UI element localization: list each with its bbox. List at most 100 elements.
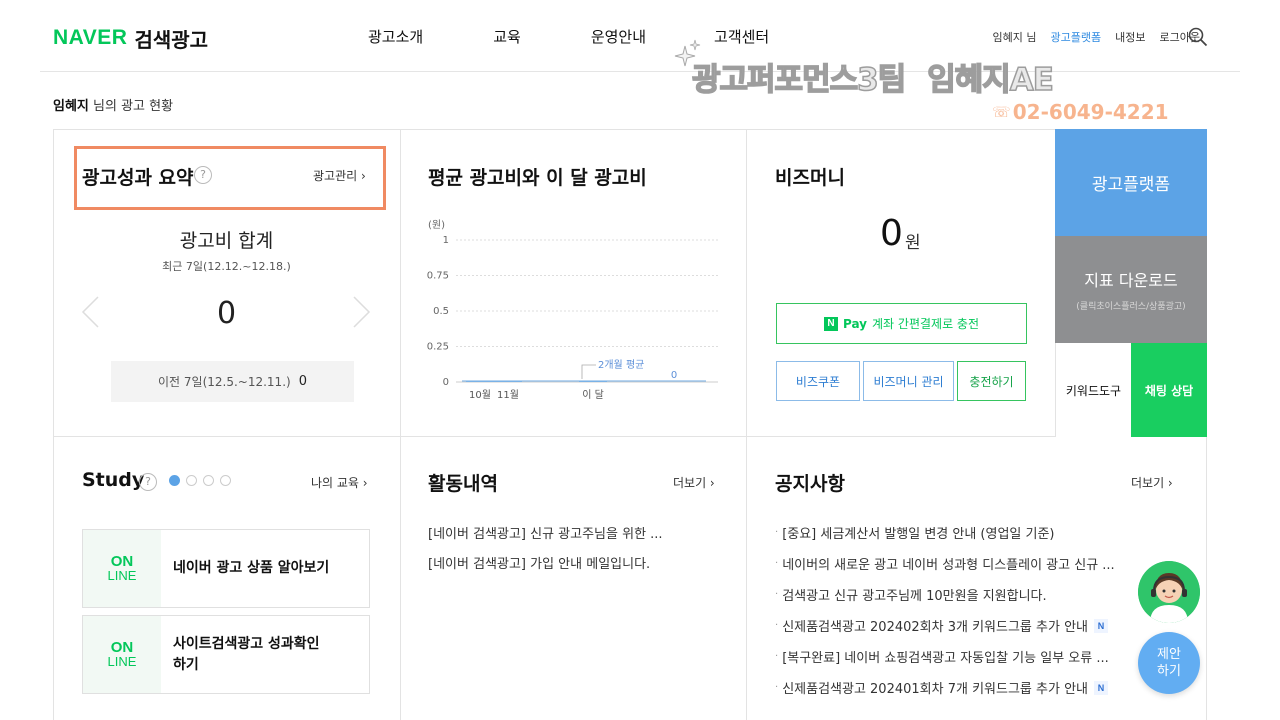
x-tick-label: 10월 [469, 389, 491, 401]
my-info-link[interactable]: 내정보 [1115, 29, 1145, 45]
bullet: · [775, 589, 779, 600]
study-card[interactable]: ON LINE 네이버 광고 상품 알아보기 [82, 529, 370, 608]
report-download-button[interactable]: 지표 다운로드 (클릭초이스플러스/상품광고) [1055, 236, 1207, 343]
notice-item[interactable]: · 검색광고 신규 광고주님께 10만원을 지원합니다. [775, 585, 1047, 604]
greeting: 임혜지 님의 광고 현황 [53, 95, 173, 114]
notice-more-link[interactable]: 더보기 › [1131, 474, 1173, 491]
activity-item[interactable]: [네이버 검색광고] 신규 광고주님을 위한 ... [428, 523, 663, 542]
chevron-left-icon[interactable] [80, 295, 100, 329]
new-badge: N [1094, 618, 1108, 633]
notice-item[interactable]: · 신제품검색광고 202401회차 7개 키워드그룹 추가 안내 N [775, 678, 1108, 697]
y-tick-label: 0.25 [427, 342, 449, 353]
avg-cost-chart: (원) 1 0.75 0.5 0.25 0 10월 11월 이 달 2개월 평균 0 [427, 219, 718, 401]
notice-item-text: [중요] 세금계산서 발행일 변경 안내 (영업일 기준) [782, 527, 1055, 542]
divider [53, 436, 1207, 437]
avg-label: 2개월 평균 [598, 359, 644, 371]
ad-platform-link[interactable]: 광고플랫폼 [1051, 29, 1102, 45]
online-badge-on: ON [110, 639, 134, 656]
agent-avatar[interactable] [1138, 561, 1200, 623]
online-badge-on: ON [110, 553, 134, 570]
carousel-dot[interactable] [169, 475, 180, 486]
x-tick-label: 이 달 [582, 389, 604, 401]
y-axis-unit: (원) [428, 219, 445, 231]
menu-ad-intro[interactable]: 광고소개 [368, 26, 423, 47]
npay-charge-button[interactable]: N Pay 계좌 간편결제로 충전 [776, 303, 1027, 344]
ad-platform-button[interactable]: 광고플랫폼 [1055, 129, 1207, 236]
x-tick-label: 11월 [497, 389, 519, 401]
agent-avatar-icon [1138, 561, 1200, 623]
notice-item-text: [복구완료] 네이버 쇼핑검색광고 자동입찰 기능 일부 오류 ... [782, 651, 1109, 666]
menu-customer-center[interactable]: 고객센터 [714, 26, 769, 47]
bizmoney-unit: 원 [905, 233, 921, 253]
notice-item[interactable]: · 신제품검색광고 202402회차 3개 키워드그룹 추가 안내 N [775, 616, 1108, 635]
bizmoney-manage-button[interactable]: 비즈머니 관리 [863, 361, 954, 401]
searchad-logo-text: 검색광고 [134, 27, 209, 52]
activity-title: 활동내역 [428, 473, 498, 495]
chat-consult-label: 채팅 상담 [1144, 383, 1194, 398]
watermark-title: 광고퍼포먼스3팀 임혜지AE [691, 54, 1054, 99]
charge-button[interactable]: 충전하기 [957, 361, 1026, 401]
suggest-button[interactable]: 제안 하기 [1138, 632, 1200, 694]
notice-item[interactable]: · [복구완료] 네이버 쇼핑검색광고 자동입찰 기능 일부 오류 ... [775, 647, 1109, 666]
chevron-right-icon[interactable] [352, 295, 372, 329]
bullet: · [775, 620, 779, 631]
search-icon[interactable] [1188, 27, 1208, 47]
pay-text: 계좌 간편결제로 충전 [872, 317, 980, 331]
online-badge-line: LINE [107, 654, 137, 669]
total-cost-period: 최근 7일(12.12.~12.18.) [162, 260, 291, 273]
previous-period-label: 이전 7일(12.5.~12.11.) [158, 375, 291, 389]
menu-operation-guide[interactable]: 운영안내 [591, 26, 646, 47]
summary-title: 광고성과 요약 [82, 167, 194, 189]
online-badge: ON LINE [83, 530, 161, 607]
total-cost-title: 광고비 합계 [179, 230, 274, 252]
activity-item[interactable]: [네이버 검색광고] 가입 안내 메일입니다. [428, 553, 650, 572]
bullet: · [775, 558, 779, 569]
global-nav: NAVER 검색광고 광고소개 교육 운영안내 고객센터 임혜지 님 광고플랫폼… [40, 0, 1240, 72]
activity-more-link[interactable]: 더보기 › [673, 474, 715, 491]
user-name: 임혜지 님 [992, 31, 1037, 44]
total-cost-value: 0 [216, 296, 237, 331]
watermark-phone: ☏ 02-6049-4221 [992, 100, 1169, 124]
current-value-label: 0 [671, 370, 677, 381]
util-menu: 임혜지 님 광고플랫폼 내정보 로그아웃 [979, 29, 1200, 45]
study-card-title: 네이버 광고 상품 알아보기 [173, 560, 330, 576]
bullet: · [775, 651, 779, 662]
carousel-dot[interactable] [203, 475, 214, 486]
carousel-dot[interactable] [220, 475, 231, 486]
y-tick-label: 0 [443, 377, 449, 388]
ad-management-link[interactable]: 광고관리 › [313, 167, 366, 184]
report-download-sub: (클릭초이스플러스/상품광고) [1076, 302, 1186, 312]
bullet: · [775, 527, 779, 538]
study-card-title: 사이트검색광고 성과확인 하기 [173, 635, 320, 673]
y-tick-label: 0.5 [433, 306, 449, 317]
phone-icon: ☏ [992, 103, 1011, 121]
main-menu: 광고소개 교육 운영안내 고객센터 [358, 26, 769, 47]
online-badge: ON LINE [83, 616, 161, 693]
keyword-tool-label: 키워드도구 [1065, 383, 1122, 398]
chat-consult-button[interactable]: 채팅 상담 [1131, 343, 1207, 437]
y-tick-label: 0.75 [427, 271, 449, 282]
study-title: Study [82, 469, 145, 491]
help-icon[interactable]: ? [194, 166, 212, 184]
carousel-dot[interactable] [186, 475, 197, 486]
naver-searchad-logo[interactable]: NAVER 검색광고 [53, 24, 208, 52]
study-card[interactable]: ON LINE 사이트검색광고 성과확인 하기 [82, 615, 370, 694]
notice-item-text: 신제품검색광고 202401회차 7개 키워드그룹 추가 안내 [782, 682, 1088, 697]
notice-item[interactable]: · [중요] 세금계산서 발행일 변경 안내 (영업일 기준) [775, 523, 1055, 542]
notice-item[interactable]: · 네이버의 새로운 광고 네이버 성과형 디스플레이 광고 신규 ... [775, 554, 1115, 573]
menu-education[interactable]: 교육 [493, 26, 521, 47]
keyword-tool-button[interactable]: 키워드도구 [1055, 343, 1131, 437]
biz-coupon-button[interactable]: 비즈쿠폰 [776, 361, 860, 401]
naver-pay-icon: N [823, 316, 838, 331]
notice-item-text: 신제품검색광고 202402회차 3개 키워드그룹 추가 안내 [782, 620, 1088, 635]
avg-cost-chart-title: 평균 광고비와 이 달 광고비 [428, 167, 647, 189]
study-carousel-dots [169, 475, 237, 486]
naver-logo-text: NAVER [53, 26, 128, 49]
previous-period-value: 0 [298, 374, 307, 389]
bizmoney-title: 비즈머니 [775, 167, 845, 189]
ad-platform-label: 광고플랫폼 [1091, 175, 1171, 195]
watermark-phone-number: 02-6049-4221 [1012, 100, 1169, 124]
my-education-link[interactable]: 나의 교육 › [311, 474, 368, 491]
help-icon[interactable]: ? [139, 473, 157, 491]
bizmoney-value: 0 [880, 213, 903, 254]
